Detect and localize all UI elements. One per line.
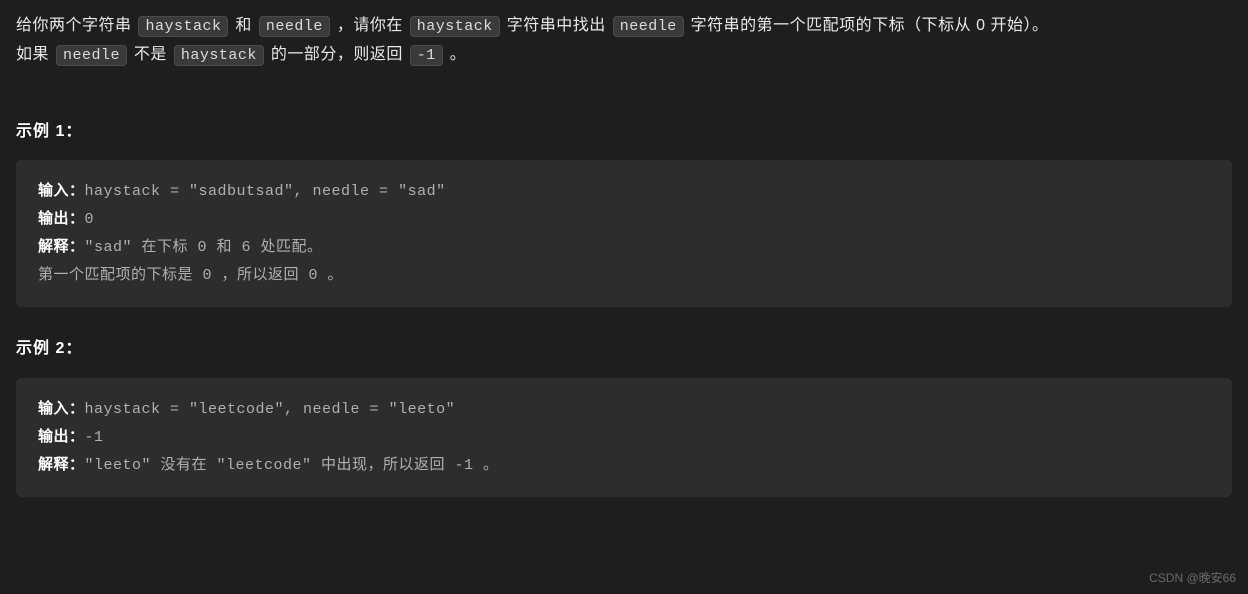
text-segment: ，请你在 <box>332 17 408 34</box>
example-2-block: 输入：haystack = "leetcode", needle = "leet… <box>16 378 1232 497</box>
example-1-explain-line2: 第一个匹配项的下标是 0 ，所以返回 0 。 <box>38 262 1210 290</box>
output-value: 0 <box>85 211 95 228</box>
text-segment: 给你两个字符串 <box>16 17 136 34</box>
inline-code-needle: needle <box>56 45 127 66</box>
inline-code-haystack: haystack <box>410 16 500 37</box>
example-1-input: 输入：haystack = "sadbutsad", needle = "sad… <box>38 178 1210 206</box>
explain-label: 解释： <box>38 239 85 256</box>
example-2-input: 输入：haystack = "leetcode", needle = "leet… <box>38 396 1210 424</box>
text-segment: 的一部分，则返回 <box>266 46 408 63</box>
text-segment: 和 <box>230 17 256 34</box>
text-segment: 。 <box>445 46 466 63</box>
text-segment: 字符串的第一个匹配项的下标（下标从 0 开始）。 <box>686 17 1049 34</box>
output-label: 输出： <box>38 429 85 446</box>
problem-description: 给你两个字符串 haystack 和 needle ，请你在 haystack … <box>16 12 1232 70</box>
explain-label: 解释： <box>38 457 85 474</box>
watermark: CSDN @晚安66 <box>1149 568 1236 590</box>
inline-code-minus-one: -1 <box>410 45 443 66</box>
text-segment: 字符串中找出 <box>502 17 611 34</box>
text-segment: 如果 <box>16 46 54 63</box>
inline-code-haystack: haystack <box>138 16 228 37</box>
example-1: 示例 1： 输入：haystack = "sadbutsad", needle … <box>16 118 1232 308</box>
example-2: 示例 2： 输入：haystack = "leetcode", needle =… <box>16 335 1232 497</box>
description-line-2: 如果 needle 不是 haystack 的一部分，则返回 -1 。 <box>16 41 1232 70</box>
explain-value: "sad" 在下标 0 和 6 处匹配。 <box>85 239 323 256</box>
example-2-output: 输出：-1 <box>38 424 1210 452</box>
input-label: 输入： <box>38 401 85 418</box>
explain-line2: 第一个匹配项的下标是 0 ，所以返回 0 。 <box>38 267 343 284</box>
inline-code-needle: needle <box>259 16 330 37</box>
description-line-1: 给你两个字符串 haystack 和 needle ，请你在 haystack … <box>16 12 1232 41</box>
input-value: haystack = "leetcode", needle = "leeto" <box>85 401 456 418</box>
explain-value: "leeto" 没有在 "leetcode" 中出现，所以返回 -1 。 <box>85 457 499 474</box>
example-2-title: 示例 2： <box>16 335 1232 364</box>
output-label: 输出： <box>38 211 85 228</box>
example-1-explain: 解释："sad" 在下标 0 和 6 处匹配。 <box>38 234 1210 262</box>
example-2-explain: 解释："leeto" 没有在 "leetcode" 中出现，所以返回 -1 。 <box>38 452 1210 480</box>
example-1-block: 输入：haystack = "sadbutsad", needle = "sad… <box>16 160 1232 307</box>
example-1-output: 输出：0 <box>38 206 1210 234</box>
text-segment: 不是 <box>129 46 172 63</box>
inline-code-needle: needle <box>613 16 684 37</box>
example-1-title: 示例 1： <box>16 118 1232 147</box>
output-value: -1 <box>85 429 104 446</box>
input-label: 输入： <box>38 183 85 200</box>
inline-code-haystack: haystack <box>174 45 264 66</box>
input-value: haystack = "sadbutsad", needle = "sad" <box>85 183 446 200</box>
